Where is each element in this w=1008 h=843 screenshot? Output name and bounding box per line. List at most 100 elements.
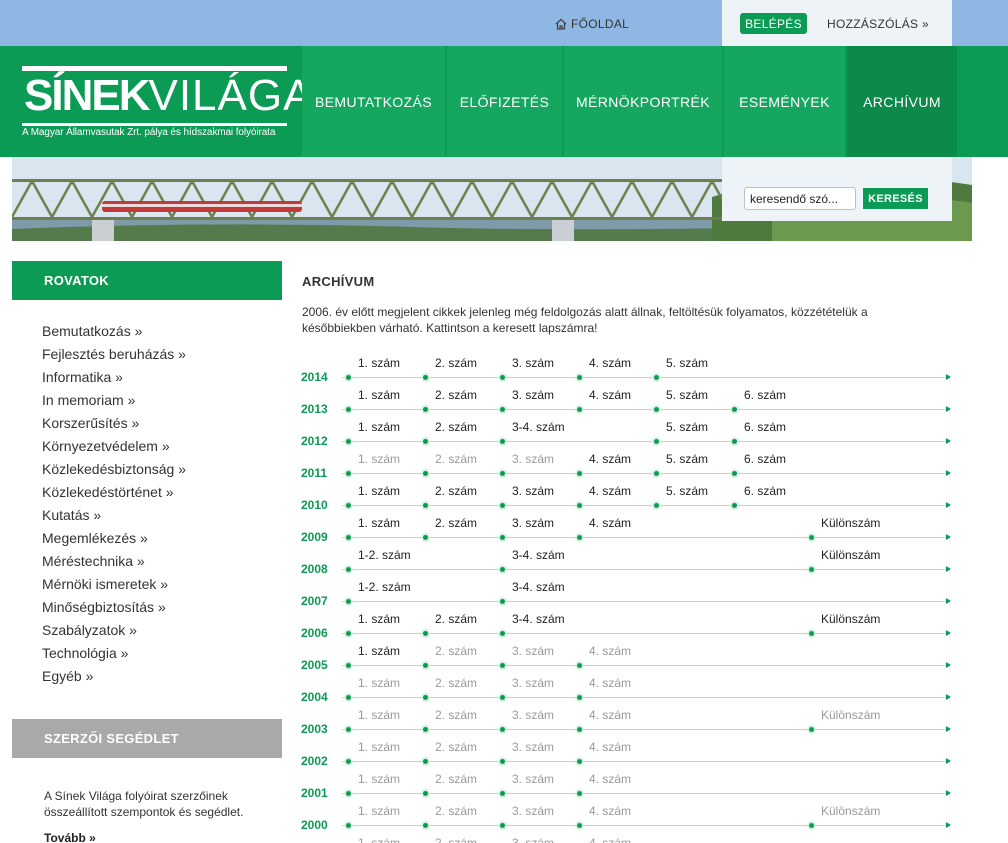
issue-marker[interactable] (421, 629, 430, 638)
category-link[interactable]: Közlekedésbiztonság » (42, 460, 186, 483)
issue-marker[interactable] (498, 661, 507, 670)
issue-link[interactable]: 4. szám (589, 484, 631, 498)
category-link[interactable]: Kutatás » (42, 506, 186, 529)
issue-marker[interactable] (652, 469, 661, 478)
category-link[interactable]: Méréstechnika » (42, 552, 186, 575)
issue-marker[interactable] (730, 437, 739, 446)
issue-link[interactable]: 5. szám (666, 388, 708, 402)
issue-link[interactable]: 5. szám (666, 420, 708, 434)
issue-marker[interactable] (575, 821, 584, 830)
issue-marker[interactable] (421, 373, 430, 382)
issue-link[interactable]: 6. szám (744, 420, 786, 434)
issue-marker[interactable] (344, 725, 353, 734)
issue-link[interactable]: 1. szám (358, 388, 400, 402)
issue-link[interactable]: 5. szám (666, 356, 708, 370)
issue-link[interactable]: 3-4. szám (512, 612, 565, 626)
issue-marker[interactable] (344, 757, 353, 766)
issue-marker[interactable] (344, 821, 353, 830)
issue-link[interactable]: 2. szám (435, 388, 477, 402)
issue-link[interactable]: 3-4. szám (512, 420, 565, 434)
issue-marker[interactable] (421, 757, 430, 766)
issue-marker[interactable] (807, 725, 816, 734)
issue-marker[interactable] (421, 437, 430, 446)
issue-marker[interactable] (498, 437, 507, 446)
category-link[interactable]: Korszerűsítés » (42, 414, 186, 437)
home-link[interactable]: FŐOLDAL (555, 17, 629, 31)
issue-link[interactable]: 1. szám (358, 356, 400, 370)
issue-marker[interactable] (730, 469, 739, 478)
issue-marker[interactable] (498, 757, 507, 766)
issue-link[interactable]: 3. szám (512, 388, 554, 402)
issue-link[interactable]: 2. szám (435, 484, 477, 498)
issue-marker[interactable] (344, 437, 353, 446)
issue-link[interactable]: 4. szám (589, 516, 631, 530)
issue-marker[interactable] (575, 725, 584, 734)
issue-link[interactable]: 2. szám (435, 612, 477, 626)
issue-marker[interactable] (344, 373, 353, 382)
issue-link[interactable]: 6. szám (744, 452, 786, 466)
issue-marker[interactable] (575, 501, 584, 510)
issue-marker[interactable] (421, 501, 430, 510)
issue-marker[interactable] (344, 661, 353, 670)
nav-mernokportrek[interactable]: MÉRNÖKPORTRÉK (564, 46, 722, 157)
category-link[interactable]: Mérnöki ismeretek » (42, 575, 186, 598)
issue-link[interactable]: Különszám (821, 548, 880, 562)
issue-link[interactable]: 3. szám (512, 484, 554, 498)
issue-marker[interactable] (498, 597, 507, 606)
issue-marker[interactable] (421, 661, 430, 670)
issue-marker[interactable] (344, 565, 353, 574)
issue-marker[interactable] (498, 405, 507, 414)
issue-marker[interactable] (807, 565, 816, 574)
issue-marker[interactable] (498, 789, 507, 798)
issue-marker[interactable] (575, 661, 584, 670)
issue-marker[interactable] (498, 693, 507, 702)
category-link[interactable]: Bemutatkozás » (42, 322, 186, 345)
issue-marker[interactable] (421, 725, 430, 734)
issue-marker[interactable] (344, 501, 353, 510)
nav-elofizetes[interactable]: ELŐFIZETÉS (447, 46, 562, 157)
issue-link[interactable]: 3-4. szám (512, 580, 565, 594)
issue-link[interactable]: 2. szám (435, 420, 477, 434)
issue-marker[interactable] (421, 533, 430, 542)
comment-link[interactable]: HOZZÁSZÓLÁS » (827, 17, 929, 31)
issue-marker[interactable] (575, 693, 584, 702)
issue-marker[interactable] (344, 533, 353, 542)
issue-marker[interactable] (421, 469, 430, 478)
issue-link[interactable]: 3-4. szám (512, 548, 565, 562)
issue-marker[interactable] (421, 405, 430, 414)
issue-marker[interactable] (575, 757, 584, 766)
issue-marker[interactable] (652, 373, 661, 382)
issue-marker[interactable] (575, 789, 584, 798)
issue-marker[interactable] (344, 629, 353, 638)
issue-marker[interactable] (575, 533, 584, 542)
issue-marker[interactable] (498, 501, 507, 510)
issue-marker[interactable] (498, 469, 507, 478)
site-logo[interactable]: SÍNEKVILÁGA (22, 66, 312, 128)
issue-link[interactable]: 1. szám (358, 612, 400, 626)
issue-link[interactable]: Különszám (821, 612, 880, 626)
issue-link[interactable]: 3. szám (512, 356, 554, 370)
issue-link[interactable]: 4. szám (589, 452, 631, 466)
category-link[interactable]: Minőségbiztosítás » (42, 598, 186, 621)
login-button[interactable]: BELÉPÉS (740, 13, 807, 34)
issue-link[interactable]: 6. szám (744, 484, 786, 498)
issue-link[interactable]: 5. szám (666, 452, 708, 466)
issue-marker[interactable] (498, 373, 507, 382)
issue-link[interactable]: 1-2. szám (358, 548, 411, 562)
issue-marker[interactable] (344, 469, 353, 478)
issue-marker[interactable] (498, 629, 507, 638)
issue-link[interactable]: 5. szám (666, 484, 708, 498)
issue-marker[interactable] (730, 501, 739, 510)
nav-bemutatkozas[interactable]: BEMUTATKOZÁS (302, 46, 445, 157)
issue-marker[interactable] (807, 533, 816, 542)
issue-link[interactable]: 1. szám (358, 516, 400, 530)
category-link[interactable]: Egyéb » (42, 667, 186, 690)
category-link[interactable]: Fejlesztés beruházás » (42, 345, 186, 368)
issue-marker[interactable] (730, 405, 739, 414)
issue-marker[interactable] (421, 693, 430, 702)
more-link[interactable]: Tovább » (44, 831, 96, 843)
issue-link[interactable]: 4. szám (589, 356, 631, 370)
issue-marker[interactable] (652, 437, 661, 446)
issue-marker[interactable] (575, 373, 584, 382)
issue-link[interactable]: 4. szám (589, 388, 631, 402)
